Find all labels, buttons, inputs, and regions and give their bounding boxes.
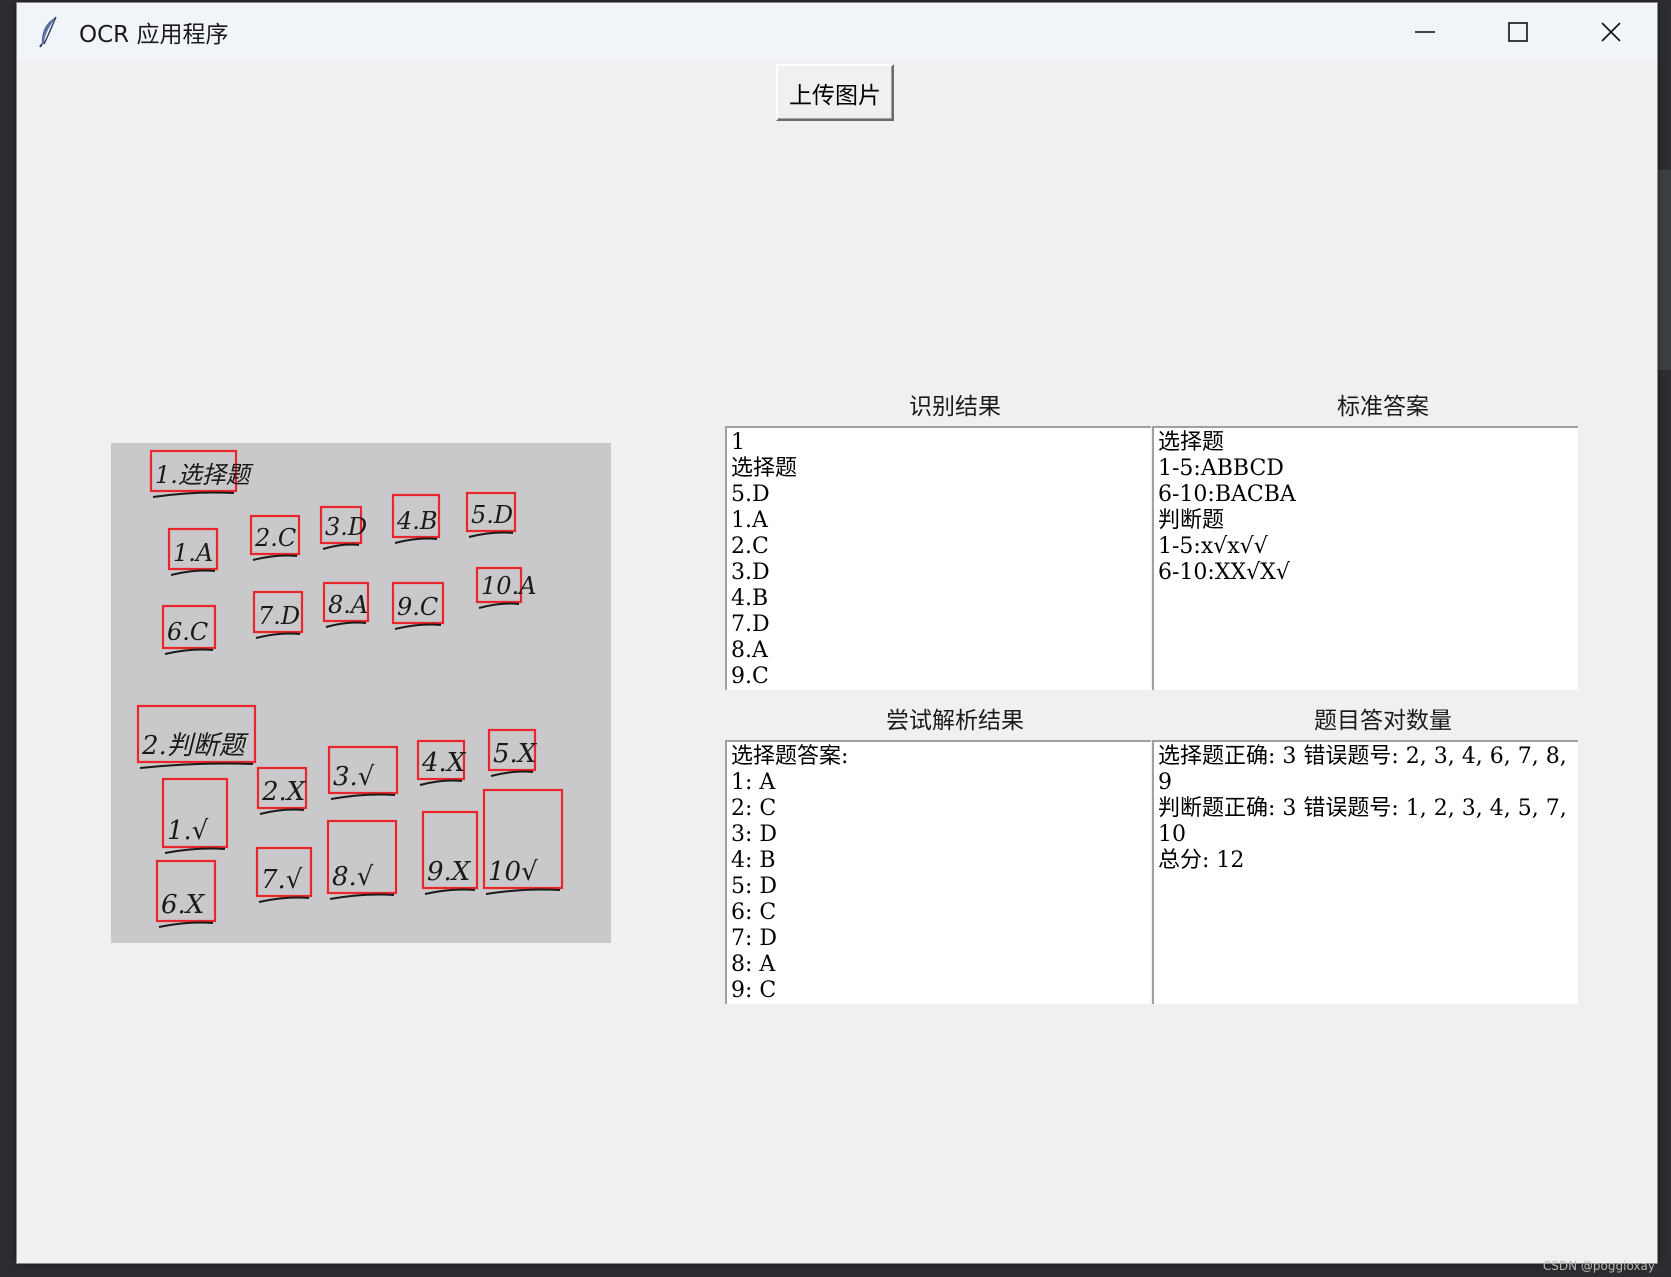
text-line: 选择题答案: — [731, 744, 849, 769]
text-line: 2: C — [731, 796, 777, 821]
correct-count-textbox[interactable]: 选择题正确: 3 错误题号: 2, 3, 4, 6, 7, 8, 9 判断题正确:… — [1152, 740, 1578, 1004]
correct-count-label: 题目答对数量 — [1314, 708, 1452, 734]
text-line: 1-5:x√x√√ — [1158, 534, 1268, 559]
handwritten-judge-answer: 4.X — [421, 748, 467, 778]
recognized-result-label: 识别结果 — [909, 394, 1001, 420]
handwritten-judge-answer: 1.√ — [167, 816, 209, 846]
text-line: 9.C — [731, 664, 769, 689]
handwritten-choice-answer: 5.D — [471, 501, 513, 529]
close-button[interactable] — [1564, 3, 1657, 61]
text-line: 3.D — [731, 560, 770, 585]
handwritten-heading: 2.判断题 — [141, 731, 249, 761]
text-line: 8.A — [731, 638, 768, 663]
handwritten-judge-answer: 6.X — [161, 890, 206, 920]
handwritten-choice-answer: 7.D — [258, 602, 300, 630]
handwritten-judge-answer: 9.X — [427, 857, 472, 887]
text-line: 1-5:ABBCD — [1158, 456, 1284, 481]
handwritten-choice-answer: 2.C — [254, 524, 296, 552]
standard-answer-label: 标准答案 — [1337, 394, 1429, 420]
app-window: OCR 应用程序 上传图片 1.选择题 2.判断题 1.A 2.C 3.D 4.B 5.D 6… — [16, 2, 1658, 1264]
text-line: 6-10:XX√X√ — [1158, 560, 1290, 585]
handwritten-choice-answer: 10.A — [481, 572, 537, 600]
text-line: 6-10:BACBA — [1158, 482, 1296, 507]
window-title: OCR 应用程序 — [79, 22, 229, 48]
maximize-icon — [1507, 22, 1528, 42]
text-line: 7.D — [731, 612, 770, 637]
text-line: 7: D — [731, 926, 778, 951]
text-line: 选择题 — [731, 456, 798, 481]
handwritten-judge-answer: 7.√ — [261, 865, 303, 895]
feather-icon — [29, 3, 69, 61]
parsed-result-label: 尝试解析结果 — [886, 708, 1024, 734]
handwritten-judge-answer: 10√ — [488, 857, 538, 887]
text-line: 总分: 12 — [1158, 848, 1245, 873]
handwritten-choice-answer: 4.B — [396, 507, 438, 535]
handwritten-choice-answer: 8.A — [328, 591, 368, 619]
upload-image-button[interactable]: 上传图片 — [776, 64, 894, 121]
recognized-result-textbox[interactable]: 1 选择题 5.D 1.A 2.C 3.D 4.B 7.D 8.A 9.C — [725, 426, 1151, 690]
handwritten-choice-answer: 1.A — [173, 539, 213, 567]
text-line: 1: A — [731, 770, 776, 795]
handwritten-judge-answer: 5.X — [493, 739, 538, 769]
watermark: CSDN @poggioxay — [1542, 1259, 1655, 1273]
text-line: 3: D — [731, 822, 778, 847]
text-line: 6: C — [731, 900, 777, 925]
maximize-button[interactable] — [1471, 3, 1564, 61]
standard-answer-textbox[interactable]: 选择题 1-5:ABBCD 6-10:BACBA 判断题 1-5:x√x√√ 6-10:X… — [1152, 426, 1578, 690]
text-line: 选择题正确: 3 错误题号: 2, 3, 4, 6, 7, 8, 9 — [1158, 744, 1574, 795]
handwritten-choice-answer: 6.C — [167, 618, 208, 646]
text-line: 4.B — [731, 586, 769, 611]
handwritten-judge-answer: 2.X — [261, 777, 307, 807]
text-line: 选择题 — [1158, 430, 1225, 455]
handwritten-choice-answer: 3.D — [325, 513, 367, 541]
handwritten-judge-answer: 3.√ — [333, 762, 375, 792]
handwritten-heading: 1.选择题 — [155, 461, 254, 489]
text-line: 1 — [731, 430, 745, 455]
answer-sheet-image: 1.选择题 2.判断题 1.A 2.C 3.D 4.B 5.D 6.C 7.D 8.A 9.C 10.… — [111, 443, 611, 943]
text-line: 1.A — [731, 508, 768, 533]
text-line: 5: D — [731, 874, 778, 899]
text-line: 判断题 — [1158, 508, 1225, 533]
minimize-icon — [1414, 31, 1435, 33]
text-line: 4: B — [731, 848, 776, 873]
title-bar: OCR 应用程序 — [17, 3, 1657, 61]
text-line: 5.D — [731, 482, 770, 507]
text-line: 判断题正确: 3 错误题号: 1, 2, 3, 4, 5, 7, 10 — [1158, 796, 1574, 847]
text-line: 2.C — [731, 534, 769, 559]
close-icon — [1600, 22, 1621, 42]
text-line: 8: A — [731, 952, 776, 977]
handwritten-choice-answer: 9.C — [397, 593, 438, 621]
parsed-result-textbox[interactable]: 选择题答案: 1: A 2: C 3: D 4: B 5: D 6: C 7: D 8: A 9:… — [725, 740, 1151, 1004]
handwritten-judge-answer: 8.√ — [332, 862, 374, 892]
minimize-button[interactable] — [1378, 3, 1471, 61]
text-line: 9: C — [731, 978, 777, 1003]
window-controls — [1378, 3, 1657, 61]
